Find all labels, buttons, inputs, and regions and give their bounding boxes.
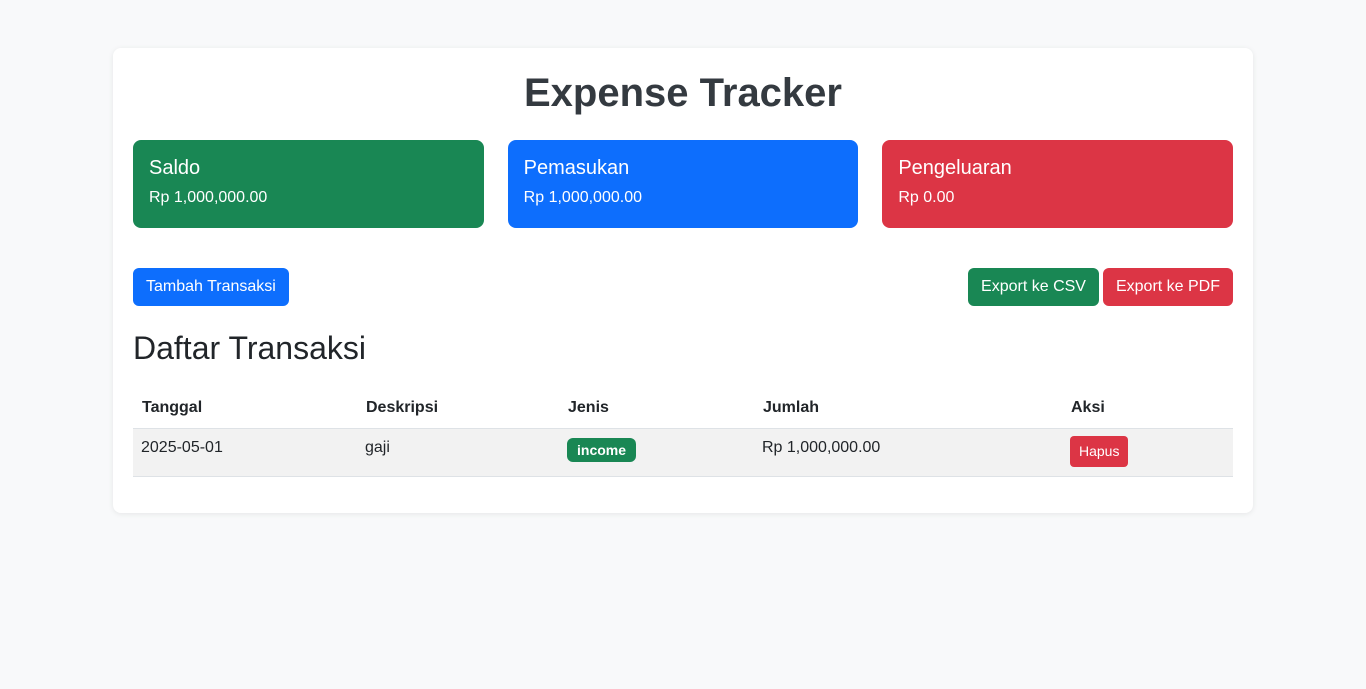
export-csv-button[interactable]: Export ke CSV [968,268,1099,306]
summary-cards: Saldo Rp 1,000,000.00 Pemasukan Rp 1,000… [133,140,1234,228]
cell-type: income [559,428,754,477]
delete-button[interactable]: Hapus [1070,435,1129,467]
expense-card-value: Rp 0.00 [898,189,955,206]
income-card-label: Pemasukan [523,157,630,179]
transactions-title: Daftar Transaksi [133,330,366,366]
balance-card: Saldo Rp 1,000,000.00 [133,140,484,228]
column-header-amount: Jumlah [754,388,1062,429]
transactions-table: Tanggal Deskripsi Jenis Jumlah Aksi 2025… [133,388,1233,477]
table-header-row: Tanggal Deskripsi Jenis Jumlah Aksi [133,388,1233,429]
add-transaction-button[interactable]: Tambah Transaksi [133,268,289,306]
income-card: Pemasukan Rp 1,000,000.00 [507,140,859,228]
table-row: 2025-05-01 gaji income Rp 1,000,000.00 H… [133,428,1233,477]
column-header-description: Deskripsi [357,388,559,429]
balance-card-label: Saldo [149,157,201,179]
cell-action: Hapus [1062,428,1233,477]
page-title: Expense Tracker [524,71,842,115]
cell-date: 2025-05-01 [133,428,357,477]
expense-card-label: Pengeluaran [898,157,1012,179]
column-header-date: Tanggal [133,388,357,429]
expense-card: Pengeluaran Rp 0.00 [882,140,1234,228]
column-header-action: Aksi [1062,388,1233,429]
main-container: Expense Tracker Saldo Rp 1,000,000.00 Pe… [113,48,1253,513]
cell-amount: Rp 1,000,000.00 [754,428,1062,477]
cell-description: gaji [357,428,559,477]
balance-card-value: Rp 1,000,000.00 [149,189,268,206]
export-button-group: Export ke CSV Export ke PDF [968,268,1233,306]
type-badge: income [567,437,637,462]
export-pdf-button[interactable]: Export ke PDF [1102,268,1233,306]
column-header-type: Jenis [559,388,754,429]
income-card-value: Rp 1,000,000.00 [523,189,642,206]
